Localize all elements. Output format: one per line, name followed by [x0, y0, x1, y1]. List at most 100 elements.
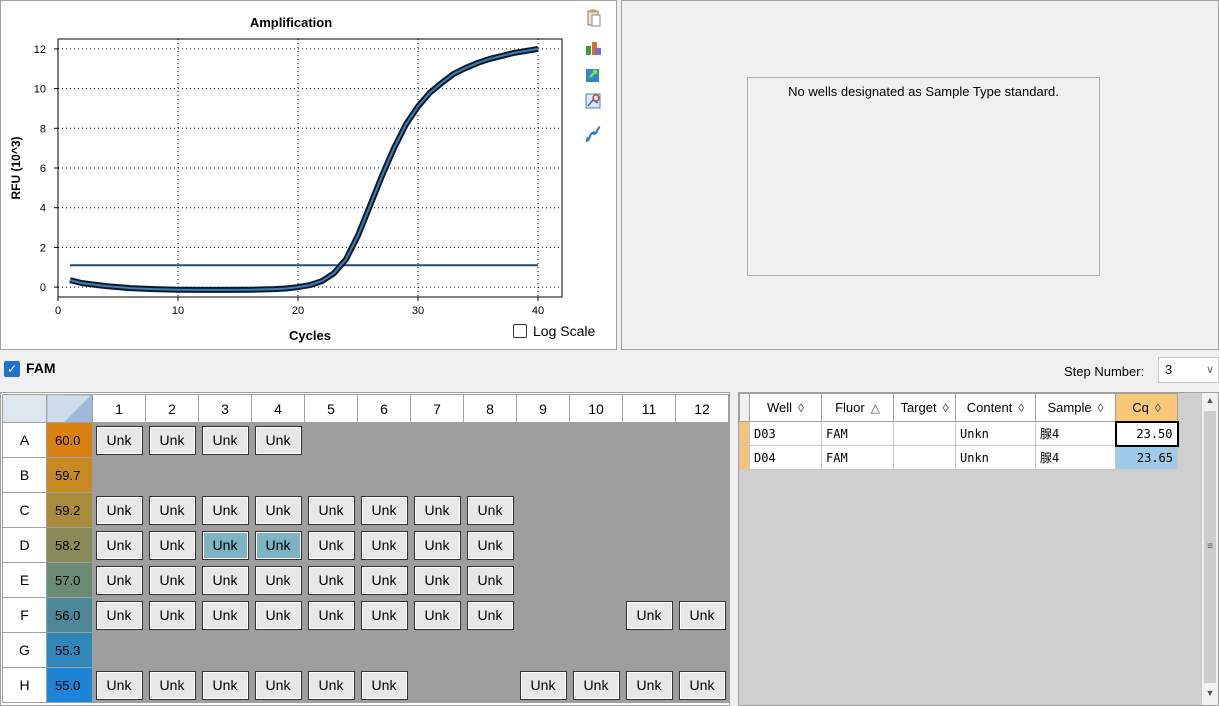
plate-well[interactable]: Unk: [357, 527, 411, 563]
well-content-button[interactable]: Unk: [360, 495, 408, 525]
plate-well[interactable]: [622, 562, 676, 598]
plate-well[interactable]: [357, 457, 411, 493]
plate-well[interactable]: [463, 667, 517, 703]
plate-well[interactable]: Unk: [463, 562, 517, 598]
plate-well[interactable]: [463, 457, 517, 493]
plate-well[interactable]: [675, 527, 729, 563]
well-content-button[interactable]: Unk: [148, 530, 196, 560]
cell-sample[interactable]: 腺4: [1035, 445, 1116, 470]
plate-well[interactable]: Unk: [198, 667, 252, 703]
step-number-select[interactable]: 3 ∨: [1158, 357, 1219, 383]
plate-well[interactable]: [622, 527, 676, 563]
column-header-target[interactable]: Target ◊: [893, 393, 956, 422]
plate-well[interactable]: Unk: [92, 492, 146, 528]
plate-well[interactable]: Unk: [145, 597, 199, 633]
plate-well[interactable]: [622, 492, 676, 528]
plate-well[interactable]: Unk: [357, 562, 411, 598]
well-content-button[interactable]: Unk: [360, 600, 408, 630]
plate-well[interactable]: Unk: [304, 667, 358, 703]
well-content-button[interactable]: Unk: [201, 495, 249, 525]
well-content-button[interactable]: Unk: [307, 495, 355, 525]
plate-well[interactable]: Unk: [198, 597, 252, 633]
well-content-button[interactable]: Unk: [625, 670, 673, 700]
plate-well[interactable]: [516, 562, 570, 598]
well-content-button[interactable]: Unk: [201, 530, 249, 560]
plate-well[interactable]: Unk: [357, 667, 411, 703]
well-content-button[interactable]: Unk: [254, 425, 302, 455]
plate-column-header[interactable]: 3: [198, 394, 252, 423]
plate-well[interactable]: [198, 457, 252, 493]
cell-content[interactable]: Unkn: [955, 445, 1036, 470]
plate-column-header[interactable]: 10: [569, 394, 623, 423]
vertical-scrollbar[interactable]: ▲ ≡ ▼: [1201, 393, 1218, 705]
well-content-button[interactable]: Unk: [307, 670, 355, 700]
plate-column-header[interactable]: 8: [463, 394, 517, 423]
plate-row-header[interactable]: G: [2, 632, 47, 668]
plate-row-header[interactable]: H: [2, 667, 47, 703]
sort-icon[interactable]: △: [871, 401, 880, 415]
row-marker[interactable]: [739, 445, 750, 470]
plate-well[interactable]: [410, 422, 464, 458]
chart-options-icon[interactable]: [584, 38, 602, 56]
well-content-button[interactable]: Unk: [678, 670, 726, 700]
plate-temp-corner[interactable]: [46, 394, 93, 423]
plate-well[interactable]: Unk: [251, 422, 305, 458]
well-content-button[interactable]: Unk: [201, 600, 249, 630]
plate-well[interactable]: Unk: [410, 527, 464, 563]
well-content-button[interactable]: Unk: [254, 530, 302, 560]
well-content-button[interactable]: Unk: [254, 670, 302, 700]
cell-well[interactable]: D04: [749, 445, 822, 470]
plate-well[interactable]: Unk: [516, 667, 570, 703]
plate-well[interactable]: Unk: [304, 492, 358, 528]
well-content-button[interactable]: Unk: [519, 670, 567, 700]
well-content-button[interactable]: Unk: [572, 670, 620, 700]
plate-well[interactable]: [675, 457, 729, 493]
plate-well[interactable]: Unk: [198, 492, 252, 528]
plate-well[interactable]: Unk: [145, 667, 199, 703]
plate-well[interactable]: [516, 422, 570, 458]
plate-well[interactable]: Unk: [357, 597, 411, 633]
table-row[interactable]: D03 FAM Unkn 腺4 23.50: [739, 420, 1179, 447]
plate-well[interactable]: Unk: [622, 597, 676, 633]
copy-icon[interactable]: [584, 9, 602, 27]
plate-well[interactable]: [145, 632, 199, 668]
sort-icon[interactable]: ◊: [798, 401, 804, 415]
well-content-button[interactable]: Unk: [148, 670, 196, 700]
plate-well[interactable]: [622, 422, 676, 458]
plate-well[interactable]: [92, 457, 146, 493]
scroll-up-icon[interactable]: ▲: [1204, 395, 1216, 405]
amplification-curve[interactable]: [69, 47, 539, 291]
plate-well[interactable]: Unk: [145, 422, 199, 458]
curve-icon[interactable]: [584, 125, 602, 143]
well-content-button[interactable]: Unk: [307, 565, 355, 595]
sort-icon[interactable]: ◊: [1155, 401, 1161, 415]
well-content-button[interactable]: Unk: [148, 495, 196, 525]
plate-well[interactable]: [410, 457, 464, 493]
plate-row-header[interactable]: B: [2, 457, 47, 493]
well-content-button[interactable]: Unk: [678, 600, 726, 630]
plate-row-header[interactable]: C: [2, 492, 47, 528]
plate-column-header[interactable]: 2: [145, 394, 199, 423]
plate-well[interactable]: Unk: [251, 492, 305, 528]
plate-well[interactable]: [569, 632, 623, 668]
plate-well[interactable]: [145, 457, 199, 493]
well-content-button[interactable]: Unk: [95, 425, 143, 455]
plate-column-header[interactable]: 5: [304, 394, 358, 423]
well-content-button[interactable]: Unk: [148, 565, 196, 595]
log-scale-checkbox[interactable]: [513, 324, 527, 338]
plate-well[interactable]: [622, 457, 676, 493]
plate-well[interactable]: Unk: [251, 597, 305, 633]
well-content-button[interactable]: Unk: [466, 600, 514, 630]
column-header-sample[interactable]: Sample ◊: [1035, 393, 1116, 422]
cell-target[interactable]: [893, 445, 956, 470]
row-marker[interactable]: [739, 421, 750, 446]
plate-well[interactable]: Unk: [92, 527, 146, 563]
plate-well[interactable]: [410, 632, 464, 668]
plate-column-header[interactable]: 7: [410, 394, 464, 423]
zoom-icon[interactable]: [584, 92, 602, 110]
well-content-button[interactable]: Unk: [95, 565, 143, 595]
plate-well[interactable]: Unk: [675, 667, 729, 703]
plate-well[interactable]: [569, 457, 623, 493]
plate-well[interactable]: Unk: [92, 422, 146, 458]
plate-well[interactable]: [357, 632, 411, 668]
